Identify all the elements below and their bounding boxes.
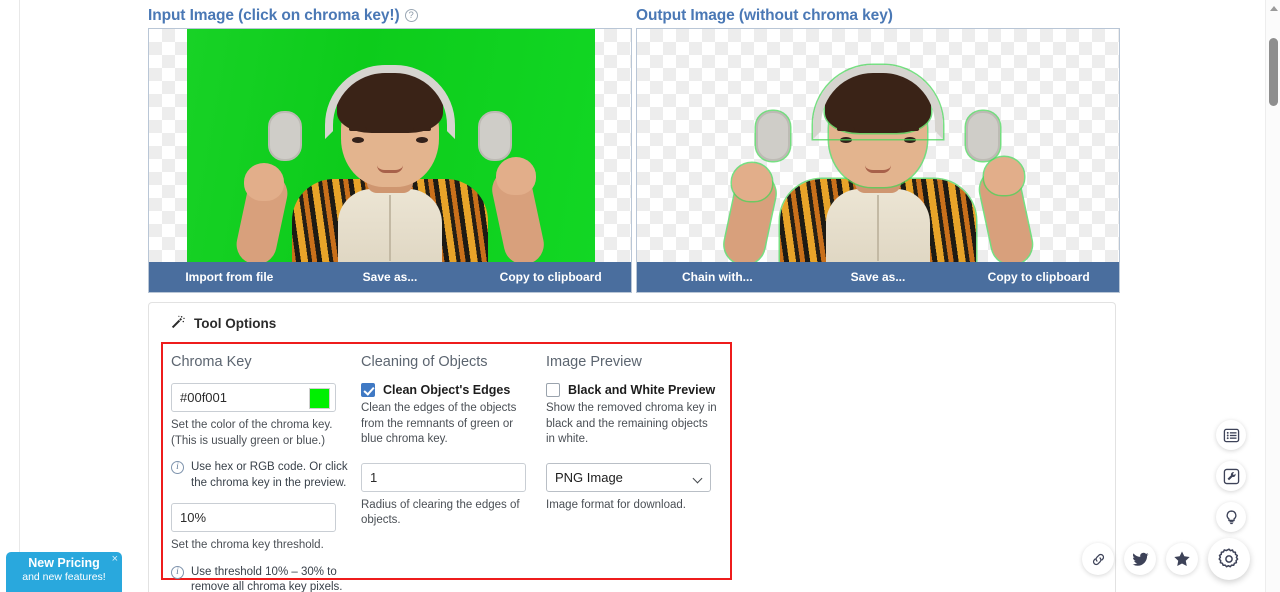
headphones-cup-left bbox=[268, 111, 302, 161]
subject-fist-left bbox=[244, 163, 284, 201]
output-copy-to-clipboard-button[interactable]: Copy to clipboard bbox=[958, 270, 1119, 284]
list-icon bbox=[1223, 428, 1239, 442]
cleaning-column-title: Cleaning of Objects bbox=[361, 354, 488, 370]
info-icon: i bbox=[171, 565, 184, 579]
clean-object-edges-row[interactable]: Clean Object's Edges bbox=[361, 383, 534, 397]
chroma-key-color-note-text: Use hex or RGB code. Or click the chroma… bbox=[191, 461, 348, 489]
subject-costume-zipper bbox=[877, 195, 879, 261]
output-image-title: Output Image (without chroma key) bbox=[636, 7, 893, 24]
chroma-key-column: Chroma Key #00f001 Set the color of the … bbox=[171, 354, 361, 592]
settings-button[interactable] bbox=[1208, 538, 1250, 580]
chain-with-button[interactable]: Chain with... bbox=[637, 270, 798, 284]
star-icon bbox=[1174, 551, 1190, 567]
image-preview-column-title: Image Preview bbox=[546, 354, 642, 370]
cleaning-radius-input[interactable]: 1 bbox=[361, 462, 526, 492]
tips-button[interactable] bbox=[1216, 502, 1246, 532]
lightbulb-icon bbox=[1226, 509, 1236, 524]
page-scrollbar[interactable] bbox=[1265, 0, 1280, 592]
social-button-stack bbox=[1082, 538, 1250, 580]
wrench-icon bbox=[1223, 468, 1239, 484]
chroma-key-threshold-note: i Use threshold 10% – 30% to remove all … bbox=[171, 565, 349, 592]
black-white-preview-label: Black and White Preview bbox=[568, 383, 716, 397]
tool-options-highlight-box: Chroma Key #00f001 Set the color of the … bbox=[161, 342, 732, 592]
question-circle-icon[interactable]: ? bbox=[404, 9, 418, 22]
chroma-key-threshold-value: 10% bbox=[180, 510, 207, 525]
twitter-icon bbox=[1131, 552, 1149, 566]
subject-mouth bbox=[865, 165, 891, 173]
promo-title: New Pricing bbox=[28, 556, 100, 570]
subject-fist-left bbox=[732, 163, 772, 201]
chroma-key-color-input[interactable]: #00f001 bbox=[171, 383, 336, 412]
chroma-key-color-swatch[interactable] bbox=[309, 388, 330, 409]
headphones-band bbox=[813, 65, 943, 139]
input-save-as-button[interactable]: Save as... bbox=[310, 270, 471, 284]
promo-close-icon[interactable]: × bbox=[112, 553, 118, 565]
left-divider bbox=[19, 0, 20, 592]
output-image-canvas[interactable] bbox=[637, 29, 1119, 269]
subject-costume-zipper bbox=[389, 195, 391, 261]
chroma-key-color-hint: Set the color of the chroma key. (This i… bbox=[171, 419, 333, 447]
image-preview-column: Image Preview Black and White Preview Sh… bbox=[546, 354, 731, 592]
magic-wand-icon bbox=[171, 315, 185, 329]
cleaning-radius-value: 1 bbox=[370, 469, 378, 485]
tool-options-header: Tool Options bbox=[169, 315, 276, 331]
tool-options-columns: Chroma Key #00f001 Set the color of the … bbox=[163, 344, 731, 592]
tool-options-header-label: Tool Options bbox=[194, 315, 277, 331]
headphones-cup-left bbox=[756, 111, 790, 161]
chroma-key-color-note: i Use hex or RGB code. Or click the chro… bbox=[171, 460, 349, 491]
info-icon: i bbox=[171, 461, 184, 474]
promo-subtitle: and new features! bbox=[22, 571, 106, 583]
headphones-band bbox=[325, 65, 455, 139]
headphones-cup-right bbox=[966, 111, 1000, 161]
scrollbar-thumb[interactable] bbox=[1269, 38, 1278, 106]
chroma-key-threshold-hint: Set the chroma key threshold. bbox=[171, 539, 324, 551]
app-page: Input Image (click on chroma key!)? Impo… bbox=[0, 0, 1280, 592]
subject-photo-output bbox=[720, 51, 1036, 269]
chevron-down-icon[interactable] bbox=[692, 473, 703, 483]
subject-fist-right bbox=[496, 157, 536, 195]
cleaning-of-objects-column: Cleaning of Objects Clean Object's Edges… bbox=[361, 354, 546, 592]
subject-mouth bbox=[377, 165, 403, 173]
image-preview-description: Show the removed chroma key in black and… bbox=[546, 402, 717, 445]
input-image-card: Import from file Save as... Copy to clip… bbox=[148, 28, 632, 293]
input-image-toolbar: Import from file Save as... Copy to clip… bbox=[149, 262, 631, 292]
output-save-as-button[interactable]: Save as... bbox=[798, 270, 959, 284]
chroma-key-color-value: #00f001 bbox=[180, 390, 227, 405]
tool-options-panel: Tool Options Chroma Key #00f001 Set the … bbox=[148, 302, 1116, 592]
subject-fist-right bbox=[984, 157, 1024, 195]
image-format-value: PNG Image bbox=[555, 469, 623, 485]
import-from-file-button[interactable]: Import from file bbox=[149, 270, 310, 284]
chroma-key-threshold-note-text: Use threshold 10% – 30% to remove all ch… bbox=[191, 565, 343, 592]
input-image-title-text: Input Image (click on chroma key!) bbox=[148, 7, 400, 24]
cleaning-radius-hint: Radius of clearing the edges of objects. bbox=[361, 498, 520, 527]
copy-link-button[interactable] bbox=[1082, 543, 1114, 575]
output-image-card: Chain with... Save as... Copy to clipboa… bbox=[636, 28, 1120, 293]
clean-object-edges-checkbox[interactable] bbox=[361, 383, 375, 397]
promo-banner[interactable]: × New Pricing and new features! bbox=[6, 552, 122, 592]
chroma-key-threshold-input[interactable]: 10% bbox=[171, 503, 336, 532]
gear-icon bbox=[1218, 548, 1239, 568]
black-white-preview-checkbox[interactable] bbox=[546, 383, 560, 397]
black-white-preview-row[interactable]: Black and White Preview bbox=[546, 383, 719, 397]
input-image-title: Input Image (click on chroma key!)? bbox=[148, 7, 418, 25]
input-image-canvas[interactable] bbox=[149, 29, 631, 269]
input-copy-to-clipboard-button[interactable]: Copy to clipboard bbox=[470, 270, 631, 284]
image-format-hint: Image format for download. bbox=[546, 498, 686, 511]
image-format-select[interactable]: PNG Image bbox=[546, 462, 711, 492]
cleaning-description: Clean the edges of the objects from the … bbox=[361, 402, 517, 445]
side-icon-stack bbox=[1216, 420, 1246, 532]
list-button[interactable] bbox=[1216, 420, 1246, 450]
scroll-up-arrow-icon[interactable] bbox=[1266, 0, 1280, 16]
link-icon bbox=[1092, 553, 1104, 565]
twitter-share-button[interactable] bbox=[1124, 543, 1156, 575]
clean-object-edges-label: Clean Object's Edges bbox=[383, 383, 511, 397]
chroma-key-column-title: Chroma Key bbox=[171, 354, 252, 370]
tools-button[interactable] bbox=[1216, 461, 1246, 491]
subject-photo-input bbox=[232, 51, 548, 269]
headphones-cup-right bbox=[478, 111, 512, 161]
output-image-toolbar: Chain with... Save as... Copy to clipboa… bbox=[637, 262, 1119, 292]
favorite-button[interactable] bbox=[1166, 543, 1198, 575]
